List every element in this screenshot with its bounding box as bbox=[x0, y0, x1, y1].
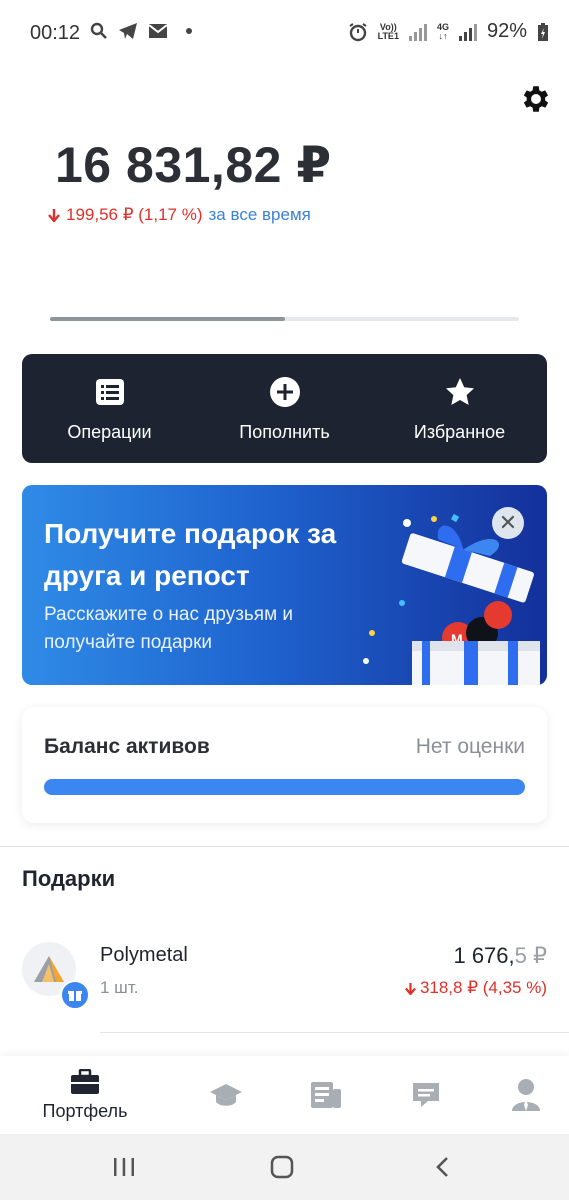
star-icon bbox=[445, 378, 474, 405]
alarm-icon bbox=[349, 22, 367, 41]
promo-text: Расскажите о нас друзьям и получайте под… bbox=[44, 604, 294, 653]
favorites-button[interactable]: Избранное bbox=[372, 354, 547, 463]
status-time: 00:12 bbox=[30, 22, 81, 44]
nav-chat[interactable] bbox=[396, 1056, 456, 1134]
change-period-link[interactable]: за все время bbox=[209, 205, 311, 225]
network-4g-indicator: 4G ↓↑ bbox=[436, 21, 449, 41]
asset-name: Polymetal bbox=[100, 944, 188, 966]
asset-quantity: 1 шт. bbox=[100, 978, 139, 997]
asset-change-value: 318,8 ₽ (4,35 %) bbox=[419, 978, 547, 997]
profile-icon bbox=[512, 1079, 540, 1111]
asset-change: 318,8 ₽ (4,35 %) bbox=[405, 978, 547, 998]
arrow-down-icon bbox=[405, 982, 416, 995]
balance-change-value: 199,56 ₽ (1,17 %) bbox=[66, 205, 203, 224]
asset-price-main: 1 676, bbox=[453, 943, 515, 968]
gift-icon bbox=[68, 991, 82, 1001]
arrow-down-icon bbox=[48, 209, 60, 222]
assets-balance-bar bbox=[44, 779, 525, 795]
promo-banner[interactable]: Получите подарок за друга и репост Расск… bbox=[22, 485, 547, 685]
nav-education[interactable] bbox=[196, 1056, 256, 1134]
operations-button[interactable]: Операции bbox=[22, 354, 197, 463]
mail-icon bbox=[148, 24, 168, 38]
home-icon bbox=[270, 1155, 294, 1179]
back-icon bbox=[436, 1157, 448, 1177]
assets-balance-title: Баланс активов bbox=[44, 735, 210, 758]
list-item-divider bbox=[100, 1032, 569, 1033]
carousel-indicator-fill bbox=[50, 317, 285, 321]
section-divider bbox=[0, 846, 569, 847]
promo-close-button[interactable]: ✕ bbox=[492, 507, 524, 539]
volte-indicator: Vo)) LTE1 bbox=[377, 21, 399, 41]
battery-charging-icon bbox=[538, 22, 548, 41]
system-navigation-bar bbox=[0, 1134, 569, 1200]
asset-price-tail: 5 ₽ bbox=[514, 943, 547, 968]
search-icon bbox=[90, 22, 107, 39]
nav-portfolio[interactable]: Портфель bbox=[20, 1056, 150, 1134]
favorites-label: Избранное bbox=[413, 422, 506, 442]
nav-news[interactable] bbox=[296, 1056, 356, 1134]
chat-icon bbox=[413, 1083, 439, 1107]
status-right-icons: Vo)) LTE1 4G ↓↑ 92% bbox=[348, 20, 549, 43]
notification-dot-icon bbox=[186, 28, 192, 34]
balance-change: 199,56 ₽ (1,17 %) за все время bbox=[48, 205, 311, 225]
signal-2-icon bbox=[458, 23, 477, 41]
plus-circle-icon bbox=[269, 377, 300, 407]
home-button[interactable] bbox=[262, 1150, 302, 1184]
gift-badge bbox=[60, 980, 90, 1010]
operations-label: Операции bbox=[67, 422, 152, 442]
asset-price: 1 676,5 ₽ bbox=[453, 943, 547, 969]
battery-level: 92% bbox=[486, 20, 527, 42]
quick-actions-panel: Операции Пополнить Избранное bbox=[22, 354, 547, 463]
bottom-navigation: Портфель bbox=[0, 1056, 569, 1134]
settings-gear-icon[interactable] bbox=[519, 82, 553, 116]
gifts-section-title: Подарки bbox=[22, 866, 116, 891]
polymetal-logo-icon bbox=[34, 956, 64, 982]
recent-apps-icon bbox=[114, 1158, 134, 1176]
top-up-button[interactable]: Пополнить bbox=[197, 354, 372, 463]
assets-balance-card[interactable]: Баланс активов Нет оценки bbox=[22, 707, 547, 823]
status-left-icons bbox=[90, 22, 192, 40]
promo-title: Получите подарок за друга и репост bbox=[44, 518, 337, 591]
assets-balance-status: Нет оценки bbox=[415, 735, 525, 758]
nav-portfolio-label: Портфель bbox=[42, 1100, 128, 1121]
telegram-icon bbox=[119, 23, 137, 39]
list-icon bbox=[95, 379, 124, 405]
graduation-cap-icon bbox=[210, 1084, 242, 1106]
nav-profile[interactable] bbox=[496, 1056, 556, 1134]
briefcase-icon bbox=[71, 1068, 99, 1094]
top-up-label: Пополнить bbox=[239, 422, 330, 442]
close-icon: ✕ bbox=[498, 510, 518, 535]
status-bar: 00:12 Vo)) LTE1 4G ↓↑ 92% bbox=[0, 0, 569, 66]
total-balance: 16 831,82 ₽ bbox=[55, 137, 332, 193]
recent-apps-button[interactable] bbox=[104, 1150, 144, 1184]
signal-1-icon bbox=[408, 23, 427, 41]
news-icon bbox=[311, 1082, 341, 1108]
back-button[interactable] bbox=[422, 1150, 462, 1184]
